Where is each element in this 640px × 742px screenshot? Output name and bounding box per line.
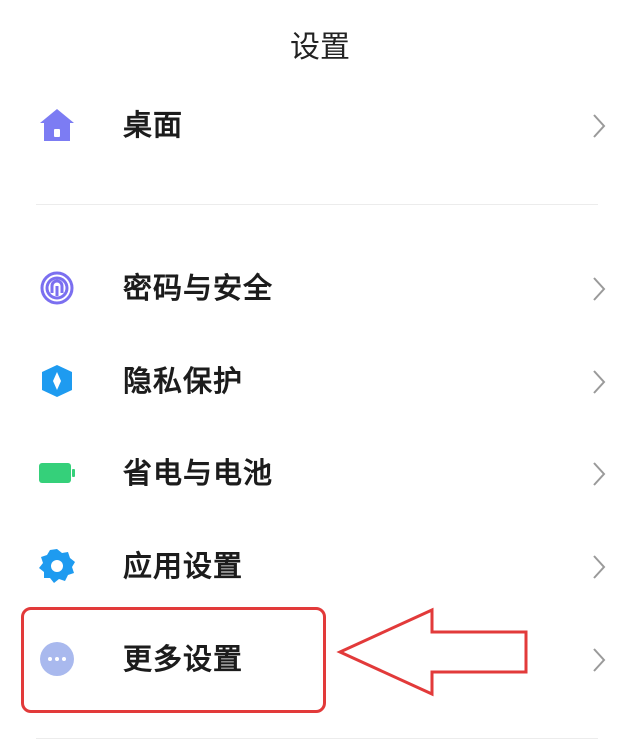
settings-item-app-settings[interactable]: 应用设置 [0,520,640,612]
gear-icon [39,549,75,583]
pointer-arrow-icon [336,607,528,697]
settings-item-desktop[interactable]: 桌面 [0,79,640,171]
page-title: 设置 [290,30,350,65]
chevron-right-icon [593,462,606,486]
settings-item-label: 隐私保护 [123,364,244,398]
settings-item-battery[interactable]: 省电与电池 [0,427,640,519]
settings-item-privacy[interactable]: 隐私保护 [0,335,640,427]
chevron-right-icon [593,277,606,301]
chevron-right-icon [593,370,606,394]
settings-item-label: 桌面 [123,108,184,142]
battery-icon [39,463,75,483]
section-divider [36,204,598,205]
privacy-shield-icon [42,365,72,397]
settings-item-label: 密码与安全 [123,271,274,305]
home-icon [40,109,74,141]
fingerprint-icon [40,271,74,305]
section-divider [36,738,598,739]
settings-item-label: 应用设置 [123,549,244,583]
settings-item-label: 省电与电池 [123,456,274,490]
chevron-right-icon [593,114,606,138]
chevron-right-icon [593,648,606,672]
chevron-right-icon [593,555,606,579]
settings-item-password-security[interactable]: 密码与安全 [0,242,640,334]
highlight-box [21,607,326,713]
